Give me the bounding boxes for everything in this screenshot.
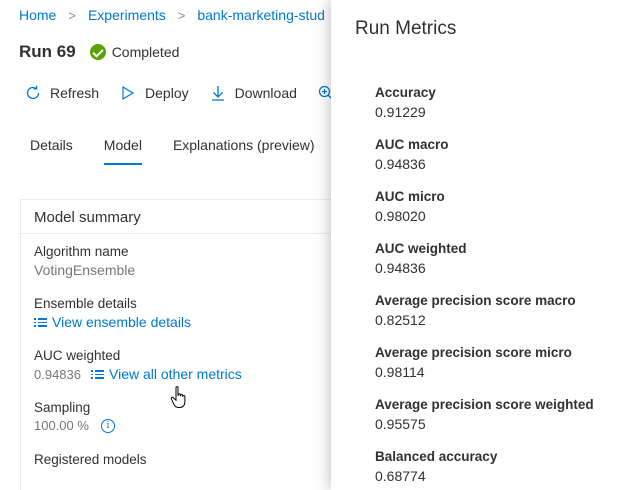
ensemble-label: Ensemble details [34, 296, 137, 311]
breadcrumb-experiments[interactable]: Experiments [88, 7, 166, 23]
tab-model[interactable]: Model [103, 137, 143, 165]
auc-value: 0.94836 [34, 366, 81, 382]
metric-value: 0.82512 [375, 312, 426, 328]
sampling-label: Sampling [34, 400, 91, 415]
download-icon [209, 84, 227, 102]
metric-item: AUC macro 0.94836 [375, 137, 449, 172]
metric-value: 0.95575 [375, 416, 426, 432]
metric-item: Average precision score weighted 0.95575 [375, 397, 594, 432]
view-ensemble-details-text: View ensemble details [52, 314, 192, 330]
metric-item: Average precision score micro 0.98114 [375, 345, 572, 380]
info-icon[interactable]: i [100, 418, 115, 433]
panel-title: Run Metrics [355, 18, 457, 39]
download-button[interactable]: Download [209, 84, 297, 102]
registered-models-label: Registered models [34, 452, 147, 467]
tab-explanations[interactable]: Explanations (preview) [173, 137, 315, 165]
tab-bar: Details Model Explanations (preview) [30, 137, 346, 165]
metric-value: 0.91229 [375, 104, 426, 120]
breadcrumb-experiment[interactable]: bank-marketing-stud [197, 7, 325, 23]
page-title: Run 69 [19, 42, 76, 61]
hand-cursor-icon [170, 384, 190, 415]
metric-name: Accuracy [375, 85, 436, 100]
metric-name: Average precision score micro [375, 345, 572, 360]
model-summary-title: Model summary [34, 209, 141, 226]
metric-name: AUC micro [375, 189, 445, 204]
auc-label: AUC weighted [34, 348, 121, 363]
metric-name: AUC macro [375, 137, 449, 152]
chevron-right-icon: > [177, 7, 186, 23]
metric-item: Balanced accuracy 0.68774 [375, 449, 497, 484]
sampling-value: 100.00 % [34, 418, 89, 433]
metric-item: Accuracy 0.91229 [375, 85, 436, 120]
metric-name: Average precision score macro [375, 293, 576, 308]
registered-models-field: Registered models [34, 452, 147, 467]
auc-field: AUC weighted 0.94836 View all other metr… [34, 348, 242, 382]
list-icon [34, 317, 47, 327]
ensemble-field: Ensemble details View ensemble details [34, 296, 191, 330]
metric-value: 0.94836 [375, 156, 426, 172]
refresh-label: Refresh [50, 85, 100, 101]
breadcrumb-home[interactable]: Home [19, 7, 56, 23]
run-metrics-panel: Run Metrics Accuracy 0.91229 AUC macro 0… [331, 0, 642, 490]
metric-name: Average precision score weighted [375, 397, 594, 412]
divider [21, 233, 350, 234]
tab-details[interactable]: Details [30, 137, 73, 165]
breadcrumb: Home > Experiments > bank-marketing-stud [19, 6, 325, 24]
sampling-field: Sampling 100.00 % i [34, 400, 115, 433]
view-ensemble-details-link[interactable]: View ensemble details [34, 314, 191, 330]
status-badge: Completed [89, 44, 180, 60]
view-all-metrics-text: View all other metrics [109, 366, 242, 382]
metric-value: 0.68774 [375, 468, 426, 484]
algorithm-value: VotingEnsemble [34, 262, 136, 278]
metric-value: 0.94836 [375, 260, 426, 276]
view-all-metrics-link[interactable]: View all other metrics [91, 366, 242, 382]
metric-name: AUC weighted [375, 241, 467, 256]
refresh-button[interactable]: Refresh [24, 84, 99, 102]
deploy-label: Deploy [145, 85, 189, 101]
toolbar: Refresh Deploy Download E [24, 84, 372, 102]
play-icon [119, 84, 137, 102]
metric-item: Average precision score macro 0.82512 [375, 293, 576, 328]
status-text: Completed [111, 44, 180, 60]
check-circle-icon [89, 44, 106, 60]
chevron-right-icon: > [68, 7, 76, 23]
model-summary-card: Model summary Algorithm name VotingEnsem… [20, 199, 350, 490]
download-label: Download [234, 85, 297, 101]
list-icon [91, 369, 104, 379]
metric-value: 0.98114 [375, 364, 425, 380]
metric-name: Balanced accuracy [375, 449, 498, 464]
metric-item: AUC micro 0.98020 [375, 189, 445, 224]
algorithm-label: Algorithm name [34, 244, 129, 259]
metric-value: 0.98020 [375, 208, 426, 224]
algorithm-field: Algorithm name VotingEnsemble [34, 244, 135, 278]
refresh-icon [24, 84, 42, 102]
deploy-button[interactable]: Deploy [119, 84, 189, 102]
metric-item: AUC weighted 0.94836 [375, 241, 467, 276]
run-header: Run 69 Completed [19, 42, 179, 62]
